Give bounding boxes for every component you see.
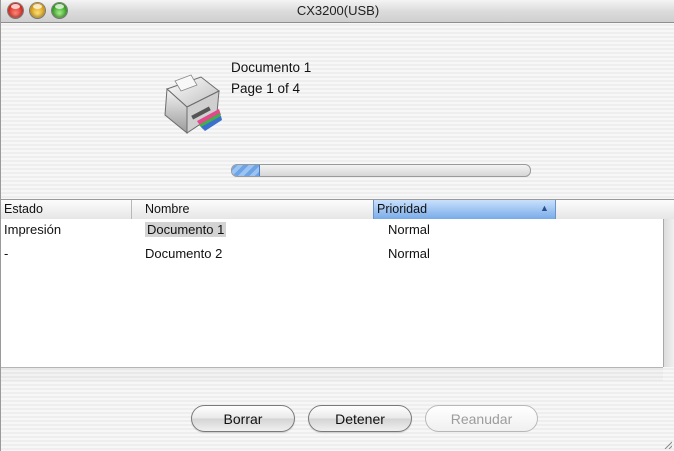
current-document-name: Documento 1 — [231, 60, 312, 75]
row-priority: Normal — [388, 222, 430, 237]
vertical-scrollbar[interactable] — [663, 219, 674, 367]
title-bar[interactable]: CX3200(USB) — [1, 0, 674, 23]
row-priority: Normal — [388, 246, 430, 261]
resize-grip-icon[interactable] — [664, 441, 672, 449]
window-title: CX3200(USB) — [296, 3, 380, 18]
printer-icon — [164, 74, 222, 135]
table-row[interactable]: - Documento 2 Normal — [1, 243, 663, 265]
row-name: Documento 2 — [145, 246, 223, 261]
print-progress-bar — [231, 164, 531, 177]
resume-button[interactable]: Reanudar — [425, 405, 538, 432]
print-queue-window: CX3200(USB) Documento 1 Page 1 of 4 Esta… — [0, 0, 674, 451]
print-progress-fill — [232, 165, 260, 176]
horizontal-scrollbar[interactable] — [1, 367, 663, 381]
row-status: - — [4, 246, 9, 261]
table-row[interactable]: Impresión Documento 1 Normal — [1, 219, 663, 241]
sort-ascending-icon: ▲ — [540, 203, 549, 213]
queue-table: Impresión Documento 1 Normal - Documento… — [1, 219, 663, 367]
page-progress-text: Page 1 of 4 — [231, 81, 301, 96]
column-header-prioridad[interactable]: Prioridad — [373, 200, 556, 219]
queue-table-header: Estado Nombre Prioridad ▲ — [1, 199, 674, 220]
column-header-nombre[interactable]: Nombre — [145, 202, 189, 216]
column-divider — [131, 200, 132, 219]
row-status: Impresión — [4, 222, 62, 237]
delete-button[interactable]: Borrar — [191, 405, 295, 432]
column-header-prioridad-label: Prioridad — [377, 202, 428, 216]
stop-button[interactable]: Detener — [308, 405, 412, 432]
column-header-estado[interactable]: Estado — [4, 202, 43, 216]
row-name: Documento 1 — [145, 222, 227, 237]
